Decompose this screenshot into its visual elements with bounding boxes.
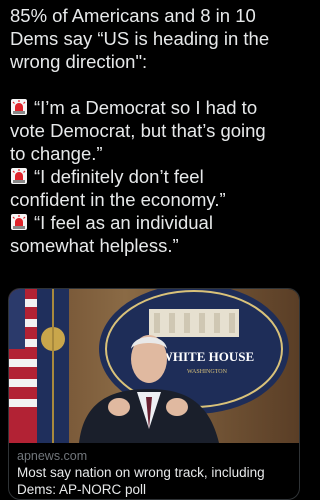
intro-line: Dems say “US is heading in the <box>10 28 270 49</box>
police-light-icon <box>10 98 28 116</box>
card-title-line[interactable]: Dems: AP-NORC poll <box>17 481 291 498</box>
intro-line: 85% of Americans and 8 in 10 <box>10 5 256 26</box>
card-meta: apnews.com Most say nation on wrong trac… <box>9 444 299 499</box>
tweet-quote-1: “I’m a Democrat so I had to vote Democra… <box>10 96 294 165</box>
quote-line: vote Democrat, but that’s going <box>10 120 266 141</box>
article-photo: WHITE HOUSE WASHINGTON <box>9 289 299 443</box>
card-domain: apnews.com <box>17 449 88 463</box>
sign-text-2: WASHINGTON <box>187 369 228 375</box>
article-image[interactable]: WHITE HOUSE WASHINGTON <box>9 289 299 443</box>
quote-line: confident in the economy.” <box>10 189 226 210</box>
quote-line: “I feel as an individual <box>34 212 213 233</box>
police-light-icon <box>10 213 28 231</box>
tweet-intro: 85% of Americans and 8 in 10 Dems say “U… <box>10 4 294 73</box>
quote-line: “I definitely don’t feel <box>34 166 204 187</box>
police-light-icon <box>10 167 28 185</box>
tweet-quote-3: “I feel as an individual somewhat helple… <box>10 211 294 257</box>
sign-text-1: WHITE HOUSE <box>160 349 254 364</box>
link-preview-card[interactable]: WHITE HOUSE WASHINGTON apnews.com Most s… <box>8 288 300 500</box>
quote-line: somewhat helpless.” <box>10 235 179 256</box>
intro-line: wrong direction": <box>10 51 148 72</box>
tweet-quote-2: “I definitely don’t feel confident in th… <box>10 165 294 211</box>
card-title-line[interactable]: Most say nation on wrong track, includin… <box>17 464 291 481</box>
quote-line: “I’m a Democrat so I had to <box>34 97 258 118</box>
tweet-text: 85% of Americans and 8 in 10 Dems say “U… <box>10 4 294 257</box>
quote-line: to change.” <box>10 143 103 164</box>
